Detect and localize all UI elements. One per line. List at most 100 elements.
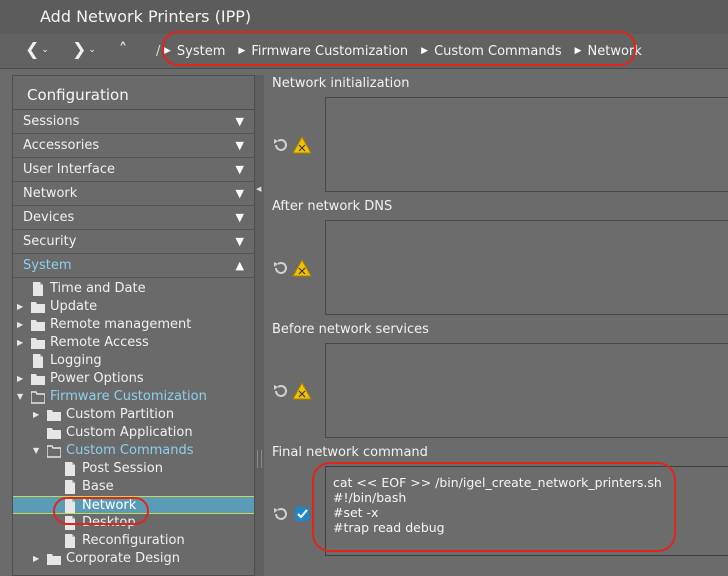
warning-icon [292,136,312,154]
triangle-down-icon[interactable]: ▼ [17,388,27,406]
tree-node[interactable]: ▼ Firmware Customization [13,388,254,406]
final-network-command-field[interactable]: cat << EOF >> /bin/igel_create_network_p… [325,466,728,556]
tree-node[interactable]: Time and Date [13,280,254,298]
triangle-down-icon: ▼ [235,187,244,200]
category-devices[interactable]: Devices ▼ [13,206,254,230]
category-label: Security [23,234,77,249]
category-sessions[interactable]: Sessions ▼ [13,110,254,134]
reset-icon[interactable] [272,382,290,400]
category-user-interface[interactable]: User Interface ▼ [13,158,254,182]
tree-node[interactable]: ▶ Update [13,298,254,316]
forward-button[interactable]: ❯ ⌄ [68,37,100,63]
folder-open-icon [46,444,62,458]
page-icon [63,516,77,530]
tree-node[interactable]: ▶ Corporate Design [13,550,254,568]
warning-icon [292,382,312,400]
tree-node-label: Custom Partition [66,407,175,422]
triangle-down-icon: ▼ [235,235,244,248]
reset-icon[interactable] [272,505,290,523]
category-label: Network [23,186,78,201]
triangle-right-icon: ▶ [164,46,171,56]
breadcrumb-item-firmware-customization[interactable]: ▶ Firmware Customization [238,44,408,59]
splitter-grip[interactable] [257,450,262,468]
breadcrumb-label: Custom Commands [434,43,562,59]
chevron-down-icon: ⌄ [88,45,96,55]
tree-node-label: Power Options [50,371,144,386]
breadcrumb-item-system[interactable]: ▶ System [164,44,225,59]
reset-icon[interactable] [272,259,290,277]
tree-node[interactable]: ▶ Remote management [13,316,254,334]
section-label-before-network-services: Before network services [272,322,429,337]
triangle-down-icon: ▼ [235,115,244,128]
chevron-left-icon: ❮ [25,40,40,60]
category-accessories[interactable]: Accessories ▼ [13,134,254,158]
triangle-right-icon[interactable]: ▶ [17,298,27,316]
after-network-dns-field[interactable] [325,220,728,315]
tree-node[interactable]: Logging [13,352,254,370]
before-network-services-field[interactable] [325,343,728,438]
tree-node[interactable]: Base [13,478,254,496]
tree-node[interactable]: ▶ Power Options [13,370,254,388]
panel-header: Configuration [13,76,254,110]
section-label-after-network-dns: After network DNS [272,199,393,214]
tree-node-label: Firmware Customization [50,389,207,404]
reset-icon[interactable] [272,136,290,154]
field-controls [272,136,312,156]
tree-node-label: Base [82,479,114,494]
folder-open-icon [30,390,46,404]
triangle-right-icon[interactable]: ▶ [33,550,43,568]
tree-node[interactable]: ▶ Remote Access [13,334,254,352]
category-system[interactable]: System ▲ [13,254,254,278]
chevron-right-icon: ❯ [72,40,87,60]
section-label-final-network-command: Final network command [272,445,428,460]
triangle-right-icon: ▶ [238,46,246,56]
triangle-down-icon: ▼ [235,139,244,152]
folder-icon [31,318,45,332]
tree-node-label: Time and Date [50,281,146,296]
triangle-right-icon[interactable]: ▶ [17,316,27,334]
triangle-down-icon: ▼ [235,163,244,176]
warning-icon [292,259,312,277]
content-panel: Network initialization After network DNS… [264,75,728,576]
tree-node-label: Update [50,299,98,314]
triangle-down-icon[interactable]: ▼ [33,442,43,460]
tree-node[interactable]: Custom Application [13,424,254,442]
tree-node-label: Custom Commands [66,443,194,458]
tree-node[interactable]: Post Session [13,460,254,478]
breadcrumb-item-custom-commands[interactable]: ▶ Custom Commands [421,44,561,59]
code-line: #set -x [333,505,379,520]
triangle-right-icon[interactable]: ▶ [17,334,27,352]
section-label-network-initialization: Network initialization [272,76,410,91]
breadcrumb-label: Network [587,43,642,59]
page-icon [63,480,77,494]
back-button[interactable]: ❮ ⌄ [22,37,52,63]
window-title: Add Network Printers (IPP) [40,7,252,26]
triangle-left-icon: ◀ [256,185,262,193]
tree-node[interactable]: Reconfiguration [13,532,254,550]
tree-node-label: Corporate Design [66,551,181,566]
tree-node[interactable]: ▼ Custom Commands [13,442,254,460]
configuration-panel: Configuration Sessions ▼ Accessories ▼ U… [12,75,255,576]
folder-icon [31,336,45,350]
tree-node[interactable]: ▶ Custom Partition [13,406,254,424]
page-icon [63,462,77,476]
tree-node-label: Post Session [82,461,163,476]
triangle-right-icon[interactable]: ▶ [33,406,43,424]
category-network[interactable]: Network ▼ [13,182,254,206]
tree-node[interactable]: Desktop [13,514,254,532]
network-initialization-field[interactable] [325,97,728,192]
breadcrumb-separator: / [156,44,161,59]
field-controls [272,382,312,402]
title-bar: Add Network Printers (IPP) [0,0,728,35]
category-label: User Interface [23,162,115,177]
category-security[interactable]: Security ▼ [13,230,254,254]
folder-icon [47,426,61,440]
breadcrumb-item-network[interactable]: ▶ Network [575,44,642,59]
up-button[interactable]: ˄ [112,37,134,63]
code-line: #trap read debug [333,520,445,535]
page-icon [63,499,77,513]
tree-node[interactable]: Network [13,496,254,514]
triangle-right-icon[interactable]: ▶ [17,370,27,388]
panel-splitter[interactable]: ◀ [255,75,264,576]
tree-node-label: Remote Access [50,335,149,350]
